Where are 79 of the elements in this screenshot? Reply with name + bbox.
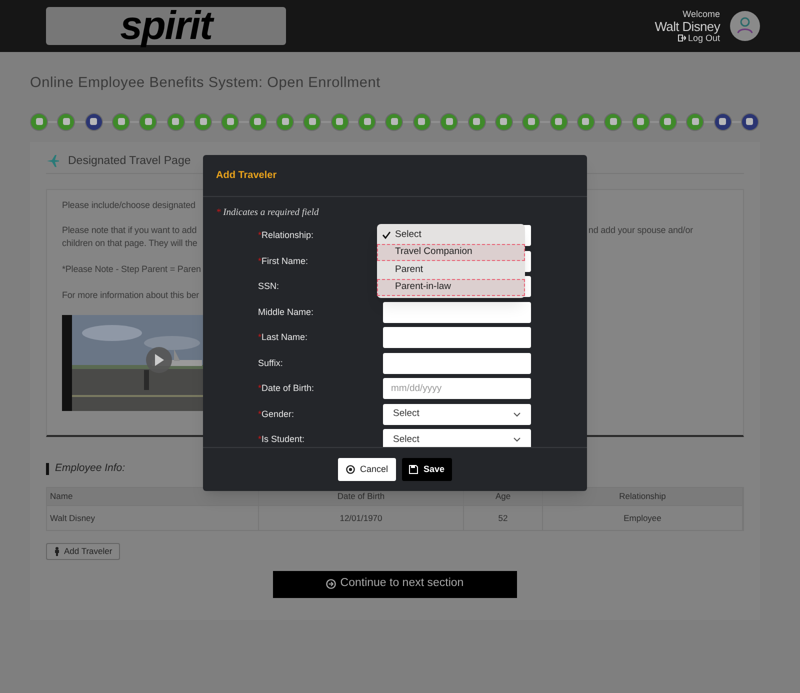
step-button[interactable] [440, 112, 458, 131]
info-text: Please note that if you want to add [62, 224, 197, 237]
dropdown-option[interactable]: Select [377, 226, 525, 244]
field-label: Suffix: [258, 356, 283, 370]
step-button[interactable] [276, 112, 294, 131]
table-cell: 12/01/1970 [259, 506, 464, 530]
step-button[interactable] [358, 112, 376, 131]
step-button[interactable] [248, 112, 267, 131]
step-button[interactable] [740, 112, 759, 131]
play-icon [154, 354, 164, 366]
table-cell: Employee [543, 506, 743, 530]
field-label: *Relationship: [258, 229, 314, 242]
person-icon [54, 546, 60, 556]
step-button[interactable] [714, 112, 732, 131]
step-button[interactable] [686, 112, 704, 131]
save-button[interactable]: Save [402, 458, 452, 481]
cancel-button[interactable]: Cancel [338, 458, 396, 481]
chevron-down-icon [513, 437, 521, 442]
step-button[interactable] [412, 112, 431, 131]
step-button[interactable] [221, 112, 240, 131]
step-button[interactable] [57, 112, 76, 131]
table-cell: 52 [464, 506, 543, 530]
welcome-text: Welcome [682, 10, 720, 18]
required-note: * Indicates a required field [216, 207, 320, 220]
input-field[interactable] [383, 302, 531, 323]
field-label: *Gender: [258, 408, 294, 420]
dropdown-option[interactable]: Travel Companion [377, 244, 525, 261]
field-label: *Is Student: [258, 433, 305, 446]
step-button[interactable] [30, 112, 48, 131]
step-button[interactable] [604, 112, 622, 131]
field-label: SSN: [258, 280, 280, 293]
page-title: Online Employee Benefits System: Open Enrollment [30, 74, 382, 93]
arrow-circle-icon [326, 579, 336, 589]
field-label: *First Name: [258, 254, 308, 268]
continue-button[interactable]: Continue to next section [273, 570, 517, 598]
logo: spirit [46, 7, 286, 45]
info-text: *Please Note - Step Parent = Paren [62, 262, 201, 276]
info-text: children on that page. They will the [62, 236, 198, 250]
user-name: Walt Disney [654, 20, 720, 32]
step-button[interactable] [330, 112, 349, 131]
field-label: Middle Name: [258, 306, 314, 318]
input-field[interactable] [383, 352, 531, 374]
step-button[interactable] [166, 112, 185, 131]
logout-link[interactable]: Log Out [678, 34, 720, 42]
step-button[interactable] [112, 112, 130, 131]
dropdown-option[interactable]: Parent [377, 261, 525, 278]
step-button[interactable] [385, 112, 404, 131]
step-button[interactable] [194, 112, 212, 131]
info-text: For more information about this ber [62, 288, 200, 302]
step-button[interactable] [84, 112, 103, 131]
avatar-icon[interactable] [730, 11, 760, 41]
step-button[interactable] [303, 112, 322, 131]
employee-info-title: Employee Info: [55, 460, 126, 476]
section-title: Designated Travel Page [68, 154, 191, 169]
step-button[interactable] [468, 112, 486, 131]
step-button[interactable] [139, 112, 158, 131]
select-field[interactable]: Select [383, 404, 531, 425]
modal-title: Add Traveler [216, 169, 277, 183]
step-button[interactable] [658, 112, 677, 131]
field-label: *Last Name: [258, 331, 308, 344]
info-text: Please include/choose designated [62, 198, 196, 212]
step-button[interactable] [576, 112, 595, 131]
info-text: nd add your spouse and/or [588, 224, 693, 237]
select-field[interactable]: Select [383, 429, 531, 447]
field-label: *Date of Birth: [258, 382, 314, 395]
step-button[interactable] [550, 112, 568, 131]
input-field[interactable] [383, 327, 531, 348]
add-traveler-button[interactable]: Add Traveler [46, 542, 120, 560]
step-button[interactable] [522, 112, 540, 131]
airplane-icon [46, 154, 60, 168]
step-button[interactable] [632, 112, 650, 131]
step-button[interactable] [494, 112, 513, 131]
circle-dot-icon [346, 465, 355, 474]
dropdown-option[interactable]: Parent-in-law [377, 278, 525, 296]
chevron-down-icon [513, 412, 521, 417]
input-field[interactable]: mm/dd/yyyy [383, 378, 531, 400]
logout-icon [678, 34, 686, 42]
table-cell: Walt Disney [47, 506, 259, 530]
save-icon [409, 465, 418, 474]
